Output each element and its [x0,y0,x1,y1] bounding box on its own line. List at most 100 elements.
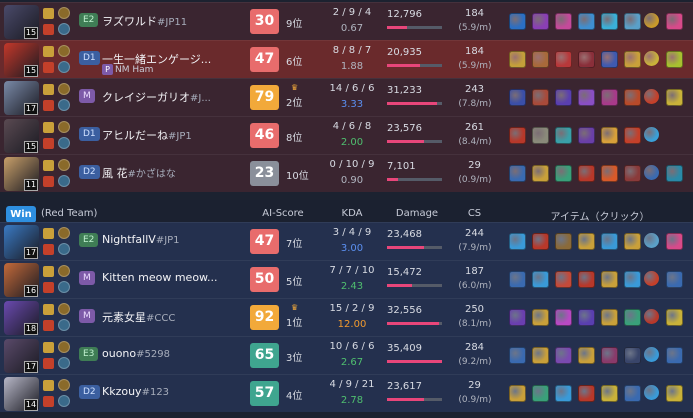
player-row[interactable]: 15 E2 ヲズワルド#JP11 30 9位 2 / 9 / 4 0.67 12… [0,2,693,40]
player-name[interactable]: ouono#5298 [102,347,170,360]
item-icon[interactable] [532,233,549,250]
player-name[interactable]: NightfallV#JP1 [102,233,180,246]
player-row[interactable]: 14 D2 Kkzouy#123 57 4位 4 / 9 / 21 2.78 2… [0,374,693,412]
trinket-icon[interactable] [644,127,659,142]
item-icon[interactable] [666,13,683,30]
item-icon[interactable] [624,89,641,106]
trinket-icon[interactable] [644,271,659,286]
item-icon[interactable] [578,309,595,326]
item-icon[interactable] [555,165,572,182]
item-icon[interactable] [624,347,641,364]
item-icon[interactable] [532,13,549,30]
item-icon[interactable] [624,271,641,288]
player-name[interactable]: クレイジーガリオ#J... [102,89,211,105]
player-name[interactable]: アヒルだーね#JP1 [102,127,192,143]
trinket-icon[interactable] [644,89,659,104]
item-icon[interactable] [578,51,595,68]
item-icon[interactable] [578,347,595,364]
item-icon[interactable] [666,271,683,288]
item-icon[interactable] [666,89,683,106]
item-icon[interactable] [666,347,683,364]
item-icon[interactable] [555,271,572,288]
item-icon[interactable] [601,51,618,68]
item-icon[interactable] [509,309,526,326]
player-row[interactable]: 17 M クレイジーガリオ#J... 79 ♛ 2位 14 / 6 / 6 3.… [0,78,693,116]
item-icon[interactable] [624,127,641,144]
item-icon[interactable] [601,233,618,250]
item-icon[interactable] [601,271,618,288]
item-icon[interactable] [666,309,683,326]
trinket-icon[interactable] [644,165,659,180]
item-icon[interactable] [666,51,683,68]
player-name[interactable]: Kkzouy#123 [102,385,169,398]
player-name[interactable]: Kitten meow meow... [102,271,218,284]
item-icon[interactable] [509,165,526,182]
item-icon[interactable] [601,309,618,326]
item-icon[interactable] [601,13,618,30]
item-icon[interactable] [509,271,526,288]
player-row[interactable]: 16 M Kitten meow meow... 50 5位 7 / 7 / 1… [0,260,693,298]
item-icon[interactable] [555,385,572,402]
item-icon[interactable] [532,89,549,106]
trinket-icon[interactable] [644,233,659,248]
item-icon[interactable] [509,127,526,144]
item-icon[interactable] [509,347,526,364]
trinket-icon[interactable] [644,385,659,400]
item-icon[interactable] [509,233,526,250]
player-row[interactable]: 17 E3 ouono#5298 65 3位 10 / 6 / 6 2.67 3… [0,336,693,374]
item-icon[interactable] [509,13,526,30]
item-icon[interactable] [624,165,641,182]
item-icon[interactable] [532,51,549,68]
item-icon[interactable] [532,271,549,288]
player-row[interactable]: 15 D1 一生一緒エンゲージ... P NM Ham 47 6位 8 / 8 /… [0,40,693,78]
item-icon[interactable] [532,165,549,182]
item-icon[interactable] [624,233,641,250]
item-icon[interactable] [578,127,595,144]
item-icon[interactable] [532,309,549,326]
item-icon[interactable] [532,127,549,144]
column-damage[interactable]: Damage [387,208,447,219]
player-row[interactable]: 17 E2 NightfallV#JP1 47 7位 3 / 4 / 9 3.0… [0,222,693,260]
trinket-icon[interactable] [644,51,659,66]
item-icon[interactable] [624,13,641,30]
item-icon[interactable] [555,13,572,30]
item-icon[interactable] [578,271,595,288]
player-name[interactable]: 風 花#かざはな [102,165,176,181]
item-icon[interactable] [578,233,595,250]
player-name[interactable]: 元素女星#CCC [102,309,175,325]
item-icon[interactable] [601,165,618,182]
item-icon[interactable] [666,385,683,402]
item-icon[interactable] [601,347,618,364]
item-icon[interactable] [509,89,526,106]
item-icon[interactable] [578,13,595,30]
column-cs[interactable]: CS [452,208,497,219]
item-icon[interactable] [555,51,572,68]
player-row[interactable]: 11 D2 風 花#かざはな 23 10位 0 / 10 / 9 0.90 7,… [0,154,693,192]
item-icon[interactable] [555,233,572,250]
item-icon[interactable] [555,127,572,144]
item-icon[interactable] [509,385,526,402]
player-name[interactable]: ヲズワルド#JP11 [102,13,187,29]
item-icon[interactable] [624,385,641,402]
trinket-icon[interactable] [644,347,659,362]
trinket-icon[interactable] [644,309,659,324]
item-icon[interactable] [666,233,683,250]
item-icon[interactable] [601,89,618,106]
item-icon[interactable] [532,347,549,364]
player-row[interactable]: 15 D1 アヒルだーね#JP1 46 8位 4 / 6 / 8 2.00 23… [0,116,693,154]
item-icon[interactable] [578,89,595,106]
trinket-icon[interactable] [644,13,659,28]
column-ai-score[interactable]: AI-Score [253,208,313,219]
item-icon[interactable] [555,89,572,106]
item-icon[interactable] [555,309,572,326]
item-icon[interactable] [509,51,526,68]
item-icon[interactable] [578,385,595,402]
item-icon[interactable] [624,51,641,68]
item-icon[interactable] [624,309,641,326]
column-kda[interactable]: KDA [322,208,382,219]
item-icon[interactable] [555,347,572,364]
item-icon[interactable] [601,127,618,144]
item-icon[interactable] [601,385,618,402]
player-row[interactable]: 18 M 元素女星#CCC 92 ♛ 1位 15 / 2 / 9 12.00 3… [0,298,693,336]
item-icon[interactable] [578,165,595,182]
